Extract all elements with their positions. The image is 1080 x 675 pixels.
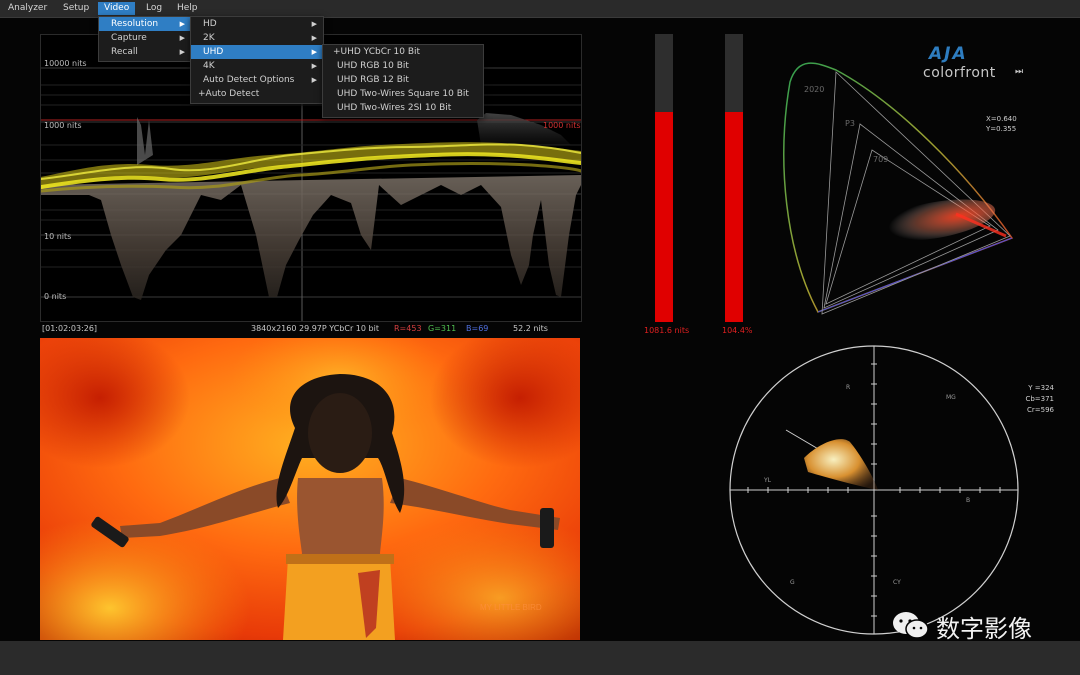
menu-item-uhd[interactable]: UHD ▶ [191,45,323,59]
pixel-b-value: B=69 [466,324,489,333]
vectorscope-y-readout: Y =324 [1028,384,1054,392]
submenu-arrow-icon: ▶ [179,20,185,28]
image-frame: MY LITTLE BIRD [40,338,580,640]
menu-item-uhd-two-wires-square[interactable]: UHD Two-Wires Square 10 Bit [323,87,483,101]
menu-item-recall-label: Recall [111,47,138,57]
vectorscope-cb-readout: Cb=371 [1025,395,1054,403]
menu-item-uhd-two-wires-2si-label: UHD Two-Wires 2SI 10 Bit [337,103,452,113]
waveform-marker-label: 1000 nits [543,121,581,130]
waveform-label-0: 0 nits [44,292,67,301]
submenu-arrow-icon: ▶ [311,76,317,84]
waveform-label-10: 10 nits [44,232,72,241]
video-format: 3840x2160 29.97P YCbCr 10 bit [251,324,379,333]
menu-analyzer[interactable]: Analyzer [8,3,47,13]
menu-item-uhd-ycbcr-10bit[interactable]: +UHD YCbCr 10 Bit [323,45,483,59]
pixel-nits-value: 52.2 nits [513,324,548,333]
vectorscope-cr-readout: Cr=596 [1027,406,1054,414]
menu-item-hd[interactable]: HD ▶ [191,17,323,31]
vectorscope-target-b: B [966,497,970,504]
watermark-text: 数字影像 [936,615,1032,643]
menu-item-4k[interactable]: 4K ▶ [191,59,323,73]
menu-item-auto-detect-options-label: Auto Detect Options [203,75,295,85]
menu-item-2k[interactable]: 2K ▶ [191,31,323,45]
menu-item-uhd-rgb-12bit[interactable]: UHD RGB 12 Bit [323,73,483,87]
menu-help[interactable]: Help [177,3,198,13]
submenu-arrow-icon: ▶ [311,34,317,42]
menu-video[interactable]: Video [98,2,136,15]
percent-meter-fill [725,112,743,322]
menu-item-hd-label: HD [203,19,217,29]
video-menu: Resolution ▶ Capture ▶ Recall ▶ [98,16,192,62]
pixel-r-value: R=453 [394,324,422,333]
menu-item-4k-label: 4K [203,61,215,71]
submenu-arrow-icon: ▶ [179,48,185,56]
vectorscope-target-r: R [846,384,850,391]
vectorscope-target-g: G [790,579,795,586]
cie-y-readout: Y=0.355 [986,125,1017,133]
chat-bubble-icon [893,612,929,639]
pixel-g-value: G=311 [428,324,457,333]
vectorscope-target-yl: YL [763,477,772,484]
waveform-label-1000: 1000 nits [44,121,82,130]
bottom-bar [0,641,1080,675]
vectorscope-target-mg: MG [946,394,956,401]
cie-x-readout: X=0.640 [986,115,1017,123]
luminance-meter-label: 1081.6 nits [644,326,690,335]
menu-item-auto-detect-label: +Auto Detect [198,89,260,99]
colorfront-logo-text: colorfront [923,65,996,81]
submenu-arrow-icon: ▶ [311,62,317,70]
percent-meter-label: 104.4% [722,326,753,335]
menu-item-uhd-label: UHD [203,47,224,57]
watermark: 数字影像 [890,605,1060,645]
menu-item-auto-detect-options[interactable]: Auto Detect Options ▶ [191,73,323,87]
menu-item-capture[interactable]: Capture ▶ [99,31,191,45]
submenu-arrow-icon: ▶ [311,48,317,56]
menu-item-resolution[interactable]: Resolution ▶ [99,17,191,31]
vectorscope: R MG B CY G YL [729,345,1019,635]
gamut-label-709: 709 [873,155,888,164]
menu-setup[interactable]: Setup [63,3,89,13]
menu-item-auto-detect[interactable]: +Auto Detect [191,87,323,101]
menu-item-resolution-label: Resolution [111,19,159,29]
menu-item-uhd-ycbcr-10bit-label: +UHD YCbCr 10 Bit [333,47,421,57]
menu-item-uhd-two-wires-2si[interactable]: UHD Two-Wires 2SI 10 Bit [323,101,483,115]
menu-item-2k-label: 2K [203,33,215,43]
submenu-arrow-icon: ▶ [311,20,317,28]
uhd-menu: +UHD YCbCr 10 Bit UHD RGB 10 Bit UHD RGB… [322,44,484,118]
vectorscope-target-cy: CY [893,579,901,586]
colorfront-mark-icon: ⏭ [1015,67,1024,77]
resolution-menu: HD ▶ 2K ▶ UHD ▶ 4K ▶ Auto Detect Options ▶ +A… [190,16,324,104]
menu-item-capture-label: Capture [111,33,147,43]
aja-logo: AJA colorfront ⏭ [923,44,1033,84]
timecode: [01:02:03:26] [42,324,98,333]
gamut-label-2020: 2020 [804,85,824,94]
luminance-meter-fill [655,112,673,322]
menu-item-uhd-rgb-12bit-label: UHD RGB 12 Bit [337,75,409,85]
vectorscope-panel: R MG B CY G YL [728,344,1020,636]
aja-logo-text: AJA [929,44,968,64]
menu-item-uhd-two-wires-square-label: UHD Two-Wires Square 10 Bit [337,89,469,99]
menu-item-uhd-rgb-10bit[interactable]: UHD RGB 10 Bit [323,59,483,73]
waveform-label-10000: 10000 nits [44,59,87,68]
submenu-arrow-icon: ▶ [179,34,185,42]
cie-diagram: 2020 P3 709 [783,62,1014,315]
image-viewer: MY LITTLE BIRD [40,338,580,640]
menu-item-uhd-rgb-10bit-label: UHD RGB 10 Bit [337,61,409,71]
cie-chart-panel: 2020 P3 709 X=0.640 Y=0.355 [776,42,1040,332]
menu-item-recall[interactable]: Recall ▶ [99,45,191,59]
image-overlay-text: MY LITTLE BIRD [480,603,542,612]
menu-log[interactable]: Log [146,3,162,13]
gamut-label-p3: P3 [845,119,855,128]
